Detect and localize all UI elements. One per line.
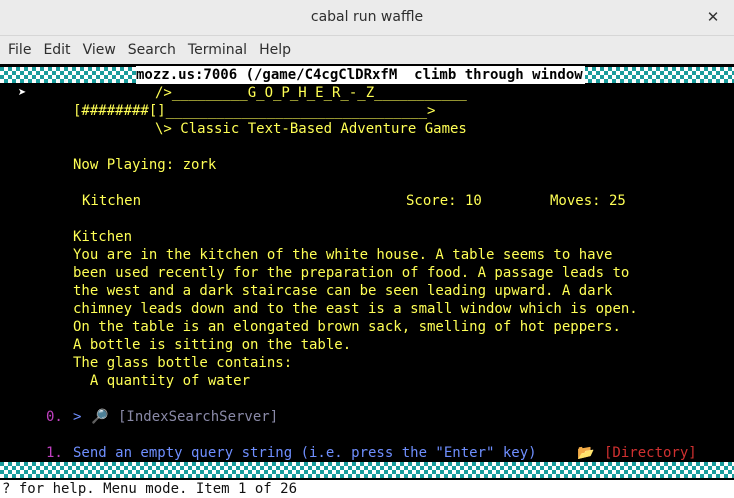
item-0-index: 0. bbox=[46, 409, 63, 425]
description-line: You are in the kitchen of the white hous… bbox=[73, 247, 613, 263]
moves: Moves: 25 bbox=[550, 193, 626, 209]
selection-cursor: ➤ bbox=[18, 85, 27, 101]
now-playing: Now Playing: zork bbox=[73, 157, 217, 173]
item-1-index: 1. bbox=[46, 445, 63, 461]
description-line: been used recently for the preparation o… bbox=[73, 265, 630, 281]
item-0-arrow[interactable]: > bbox=[73, 408, 81, 426]
score: Score: 10 bbox=[406, 193, 482, 209]
description-line: the west and a dark staircase can be see… bbox=[73, 283, 613, 299]
description-line: The glass bottle contains: bbox=[73, 355, 293, 371]
footer-border bbox=[0, 462, 734, 478]
room-name: Kitchen bbox=[82, 193, 142, 209]
menu-edit[interactable]: Edit bbox=[43, 36, 70, 64]
terminal-area[interactable]: mozz.us:7006 (/game/C4cgClDRxfM climb th… bbox=[0, 64, 734, 498]
title-bar: cabal run waffle ✕ bbox=[0, 0, 734, 36]
menu-terminal[interactable]: Terminal bbox=[188, 36, 247, 64]
description-line: chimney leads down and to the east is a … bbox=[73, 301, 638, 317]
banner-line-3: \> Classic Text-Based Adventure Games bbox=[155, 121, 467, 137]
window-title: cabal run waffle bbox=[310, 9, 424, 25]
menu-bar: File Edit View Search Terminal Help bbox=[0, 36, 734, 64]
description-line: A bottle is sitting on the table. bbox=[73, 337, 352, 353]
item-0-label[interactable]: [IndexSearchServer] bbox=[118, 408, 278, 426]
header-path: mozz.us:7006 (/game/C4cgClDRxfM climb th… bbox=[136, 66, 585, 84]
close-icon[interactable]: ✕ bbox=[704, 8, 722, 26]
folder-icon: 📂 bbox=[577, 445, 595, 461]
magnifier-icon: 🔎 bbox=[91, 409, 109, 425]
menu-file[interactable]: File bbox=[8, 36, 31, 64]
menu-search[interactable]: Search bbox=[128, 36, 176, 64]
banner-line-1: />_________G_O_P_H_E_R_-_Z___________ bbox=[155, 85, 467, 101]
menu-help[interactable]: Help bbox=[259, 36, 291, 64]
item-1-text[interactable]: Send an empty query string (i.e. press t… bbox=[73, 444, 537, 462]
description-line: On the table is an elongated brown sack,… bbox=[73, 319, 621, 335]
status-line: ? for help. Menu mode. Item 1 of 26 bbox=[0, 480, 734, 498]
menu-view[interactable]: View bbox=[83, 36, 116, 64]
description-line: A quantity of water bbox=[73, 373, 251, 389]
banner-line-2: [########[]_____________________________… bbox=[73, 103, 436, 119]
description-line: Kitchen bbox=[73, 229, 133, 245]
item-1-label[interactable]: [Directory] bbox=[604, 444, 697, 462]
